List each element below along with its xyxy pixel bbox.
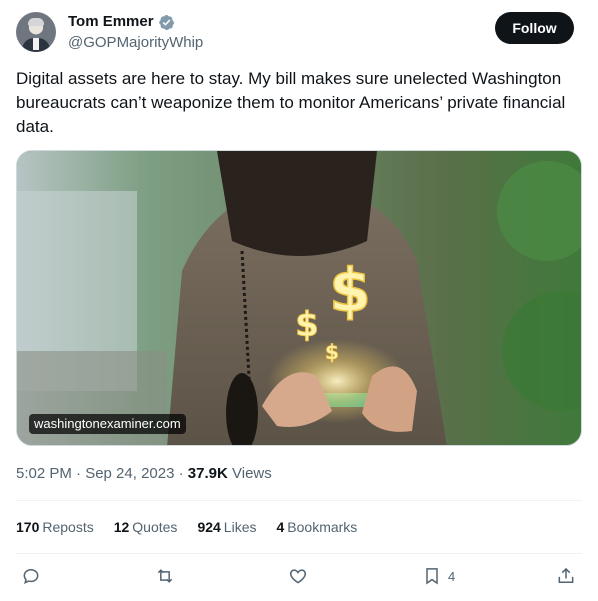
share-button[interactable] [556,566,576,586]
reply-icon [23,568,39,585]
bookmark-count: 4 [448,568,456,584]
repost-icon [157,569,173,583]
meta-separator: · [178,465,188,482]
phone-money-photo: $ $ $ [17,151,581,445]
author-handle[interactable]: @GOPMajorityWhip [68,34,203,52]
author-name-row: Tom Emmer [68,13,175,31]
divider [16,500,582,501]
tweet-time[interactable]: 5:02 PM [16,465,76,482]
verified-badge-icon [158,14,175,31]
tweet: Tom Emmer @GOPMajorityWhip Follow Digita… [0,0,598,601]
likes-stat[interactable]: 924 Likes [197,518,256,536]
bookmarks-stat[interactable]: 4 Bookmarks [276,518,357,536]
share-icon [558,567,574,583]
svg-text:$: $ [295,305,319,345]
reply-button[interactable] [21,566,41,586]
svg-text:$: $ [325,340,339,364]
avatar[interactable] [16,12,56,52]
author-display-name[interactable]: Tom Emmer [68,13,154,31]
views-label: Views [232,465,272,482]
heart-icon [289,569,307,584]
follow-button[interactable]: Follow [495,12,574,44]
bookmark-icon [426,568,438,585]
meta-separator: · [76,465,86,482]
tweet-text: Digital assets are here to stay. My bill… [16,69,566,136]
tweet-media-image[interactable]: $ $ $ washingtonexaminer.com [16,150,582,446]
action-bar: 4 [16,566,582,590]
tweet-date[interactable]: Sep 24, 2023 [85,465,178,482]
divider [16,553,582,554]
like-button[interactable] [288,566,308,586]
quotes-stat[interactable]: 12 Quotes [114,518,178,536]
svg-text:$: $ [329,256,371,326]
bookmark-button[interactable]: 4 [422,566,455,586]
reposts-stat[interactable]: 170 Reposts [16,518,94,536]
views-count: 37.9K [187,465,232,482]
media-source-label: washingtonexaminer.com [29,414,186,434]
tweet-meta: 5:02 PM · Sep 24, 2023 · 37.9K Views [16,465,272,483]
repost-button[interactable] [155,566,175,586]
engagement-stats: 170 Reposts 12 Quotes 924 Likes 4 Bookmarks [16,518,377,536]
